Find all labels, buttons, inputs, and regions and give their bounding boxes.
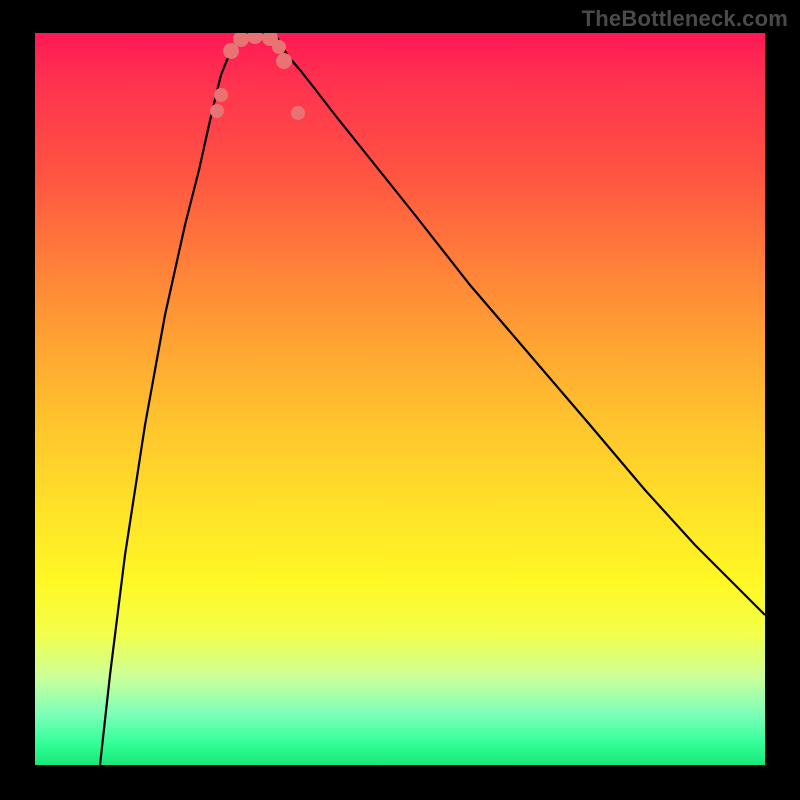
data-marker	[247, 33, 263, 44]
chart-frame: TheBottleneck.com	[0, 0, 800, 800]
data-marker	[272, 40, 286, 54]
watermark-text: TheBottleneck.com	[582, 6, 788, 32]
data-marker	[214, 88, 228, 102]
data-marker	[276, 53, 292, 69]
curve-plot	[35, 33, 765, 765]
data-marker	[291, 106, 305, 120]
data-marker	[210, 104, 224, 118]
curve-right-curve	[275, 33, 765, 615]
curve-left-curve	[100, 33, 247, 765]
